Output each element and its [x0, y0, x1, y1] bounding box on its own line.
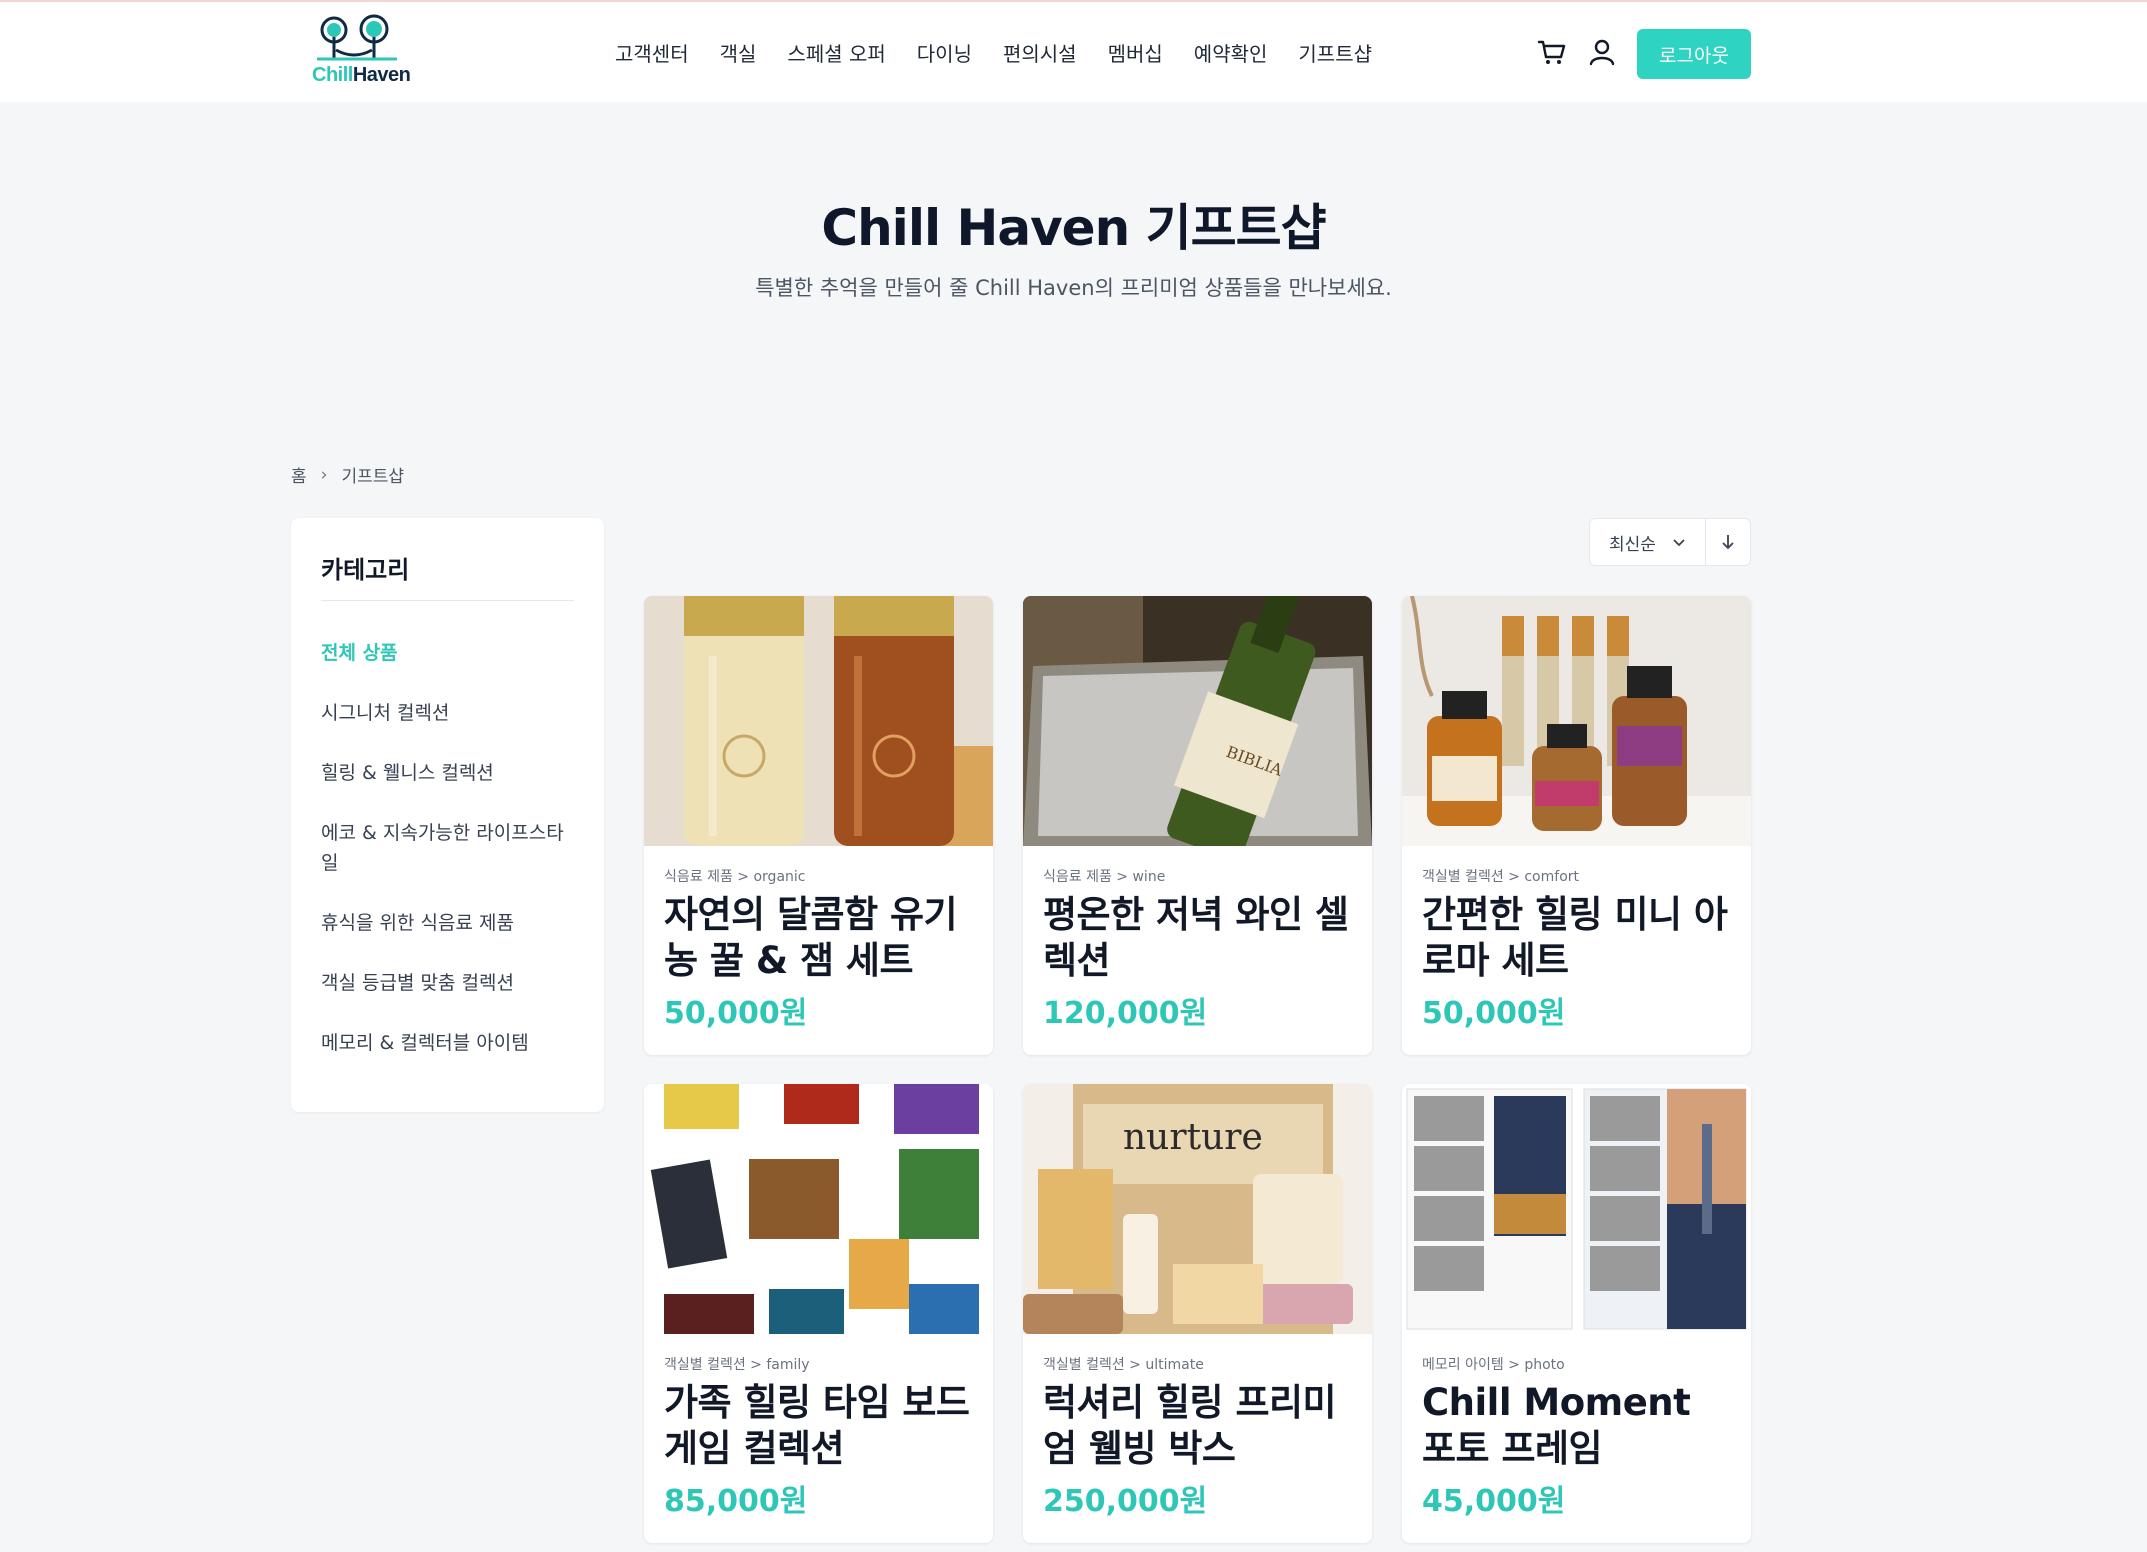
product-price: 120,000원 — [1043, 996, 1208, 1031]
nav-item-facilities[interactable]: 편의시설 — [1003, 38, 1077, 67]
product-card[interactable]: 메모리 아이템 > photo Chill Moment 포토 프레임 45,0… — [1402, 1084, 1751, 1543]
product-title: 럭셔리 힐링 프리미엄 웰빙 박스 — [1043, 1381, 1337, 1470]
product-category: 객실별 컬렉션 > family — [664, 1357, 810, 1373]
sort-direction-button[interactable] — [1706, 519, 1750, 565]
page-title: Chill Haven 기프트샵 — [821, 199, 1326, 257]
product-category: 식음료 제품 > wine — [1043, 869, 1166, 885]
category-item-signature[interactable]: 시그니처 컬렉션 — [321, 698, 581, 728]
breadcrumb-home[interactable]: 홈 — [291, 462, 307, 487]
nav-item-special-offer[interactable]: 스페셜 오퍼 — [787, 38, 885, 67]
logo-trees-icon — [317, 14, 397, 61]
chevron-right-icon: › — [320, 464, 328, 485]
main-nav: 고객센터 객실 스페셜 오퍼 다이닝 편의시설 멤버십 예약확인 기프트샵 — [615, 38, 1403, 67]
product-category: 메모리 아이템 > photo — [1422, 1357, 1565, 1373]
product-image-honey — [644, 596, 993, 846]
chevron-down-icon — [1673, 539, 1685, 547]
category-item-wellness[interactable]: 힐링 & 웰니스 컬렉션 — [321, 758, 581, 788]
logout-button[interactable]: 로그아웃 — [1637, 29, 1751, 79]
product-category: 식음료 제품 > organic — [664, 869, 806, 885]
product-title: 가족 힐링 타임 보드게임 컬렉션 — [664, 1381, 970, 1470]
nav-item-customer-center[interactable]: 고객센터 — [615, 38, 689, 67]
product-title: 간편한 힐링 미니 아로마 세트 — [1422, 893, 1728, 982]
page-subtitle: 특별한 추억을 만들어 줄 Chill Haven의 프리미엄 상품들을 만나보… — [755, 276, 1392, 300]
logo[interactable]: ChillHaven — [300, 14, 430, 92]
logo-text: ChillHaven — [312, 64, 411, 87]
nav-item-giftshop[interactable]: 기프트샵 — [1298, 38, 1372, 67]
hero-section: Chill Haven 기프트샵 특별한 추억을 만들어 줄 Chill Hav… — [0, 102, 2147, 432]
breadcrumb-current: 기프트샵 — [341, 467, 405, 487]
logo-chill: Chill — [312, 64, 353, 86]
product-image-wine: BIBLIA — [1023, 596, 1372, 846]
product-title: 자연의 달콤함 유기농 꿀 & 잼 세트 — [664, 893, 958, 982]
nav-item-reservation-check[interactable]: 예약확인 — [1194, 38, 1268, 67]
product-image-wellbeing-box: nurture — [1023, 1084, 1372, 1334]
product-price: 50,000원 — [1422, 996, 1566, 1031]
site-header: ChillHaven 고객센터 객실 스페셜 오퍼 다이닝 편의시설 멤버십 예… — [0, 2, 2147, 102]
category-item-all[interactable]: 전체 상품 — [321, 638, 581, 668]
logo-haven: Haven — [352, 64, 411, 86]
category-list: 전체 상품 시그니처 컬렉션 힐링 & 웰니스 컬렉션 에코 & 지속가능한 라… — [321, 638, 581, 1088]
svg-text:nurture: nurture — [1123, 1117, 1263, 1158]
product-image-board-games — [644, 1084, 993, 1334]
sort-select[interactable]: 최신순 — [1590, 519, 1706, 565]
category-item-eco[interactable]: 에코 & 지속가능한 라이프스타일 — [321, 818, 581, 878]
category-item-food[interactable]: 휴식을 위한 식음료 제품 — [321, 908, 581, 938]
breadcrumb: 홈 › 기프트샵 — [291, 462, 405, 488]
product-price: 45,000원 — [1422, 1484, 1566, 1519]
product-card[interactable]: BIBLIA 식음료 제품 > wine 평온한 저녁 와인 셀렉션 120,0… — [1023, 596, 1372, 1055]
user-icon[interactable] — [1586, 36, 1618, 68]
product-card[interactable]: 식음료 제품 > organic 자연의 달콤함 유기농 꿀 & 잼 세트 50… — [644, 596, 993, 1055]
product-price: 50,000원 — [664, 996, 808, 1031]
nav-item-membership[interactable]: 멤버십 — [1108, 38, 1163, 67]
product-price: 250,000원 — [1043, 1484, 1208, 1519]
category-sidebar: 카테고리 전체 상품 시그니처 컬렉션 힐링 & 웰니스 컬렉션 에코 & 지속… — [291, 518, 604, 1112]
product-image-aroma — [1402, 596, 1751, 846]
product-card[interactable]: 객실별 컬렉션 > comfort 간편한 힐링 미니 아로마 세트 50,00… — [1402, 596, 1751, 1055]
nav-item-rooms[interactable]: 객실 — [720, 38, 757, 67]
product-card[interactable]: 객실별 컬렉션 > family 가족 힐링 타임 보드게임 컬렉션 85,00… — [644, 1084, 993, 1543]
sort-control: 최신순 — [1589, 518, 1751, 566]
product-category: 객실별 컬렉션 > ultimate — [1043, 1357, 1204, 1373]
product-card[interactable]: nurture 객실별 컬렉션 > ultimate 럭셔리 힐링 프리미엄 웰… — [1023, 1084, 1372, 1543]
product-title: 평온한 저녁 와인 셀렉션 — [1043, 893, 1349, 982]
product-image-photo-frame — [1402, 1084, 1751, 1334]
product-price: 85,000원 — [664, 1484, 808, 1519]
category-item-memory[interactable]: 메모리 & 컬렉터블 아이템 — [321, 1028, 581, 1058]
product-category: 객실별 컬렉션 > comfort — [1422, 869, 1580, 885]
product-title: Chill Moment 포토 프레임 — [1422, 1381, 1691, 1470]
sidebar-divider — [321, 600, 574, 601]
sort-selected-label: 최신순 — [1609, 534, 1656, 555]
nav-item-dining[interactable]: 다이닝 — [917, 38, 972, 67]
cart-icon[interactable] — [1536, 36, 1568, 68]
category-item-room-grade[interactable]: 객실 등급별 맞춤 컬렉션 — [321, 968, 581, 998]
arrow-down-icon — [1722, 535, 1734, 550]
sidebar-title: 카테고리 — [321, 556, 410, 584]
